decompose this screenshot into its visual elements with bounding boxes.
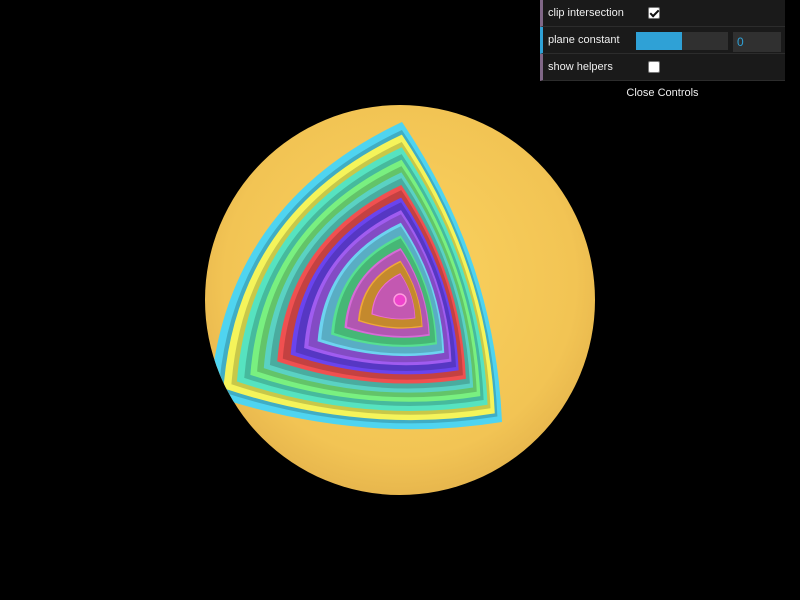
show-helpers-checkbox[interactable] bbox=[648, 61, 660, 73]
center-sphere bbox=[393, 293, 407, 307]
plane-constant-slider[interactable] bbox=[636, 32, 728, 50]
show-helpers-row[interactable]: show helpers bbox=[540, 54, 785, 81]
clip-intersection-checkbox[interactable] bbox=[648, 7, 660, 19]
controls-panel: clip intersection plane constant 0 show … bbox=[540, 0, 785, 81]
clip-intersection-label: clip intersection bbox=[548, 7, 624, 19]
show-helpers-label: show helpers bbox=[548, 61, 613, 73]
plane-constant-row[interactable]: plane constant 0 bbox=[540, 27, 785, 54]
plane-constant-input[interactable]: 0 bbox=[733, 32, 781, 52]
clip-intersection-row[interactable]: clip intersection bbox=[540, 0, 785, 27]
plane-constant-slider-fill bbox=[636, 32, 682, 50]
plane-constant-label: plane constant bbox=[548, 34, 620, 46]
close-controls-button[interactable]: Close Controls bbox=[540, 84, 785, 102]
